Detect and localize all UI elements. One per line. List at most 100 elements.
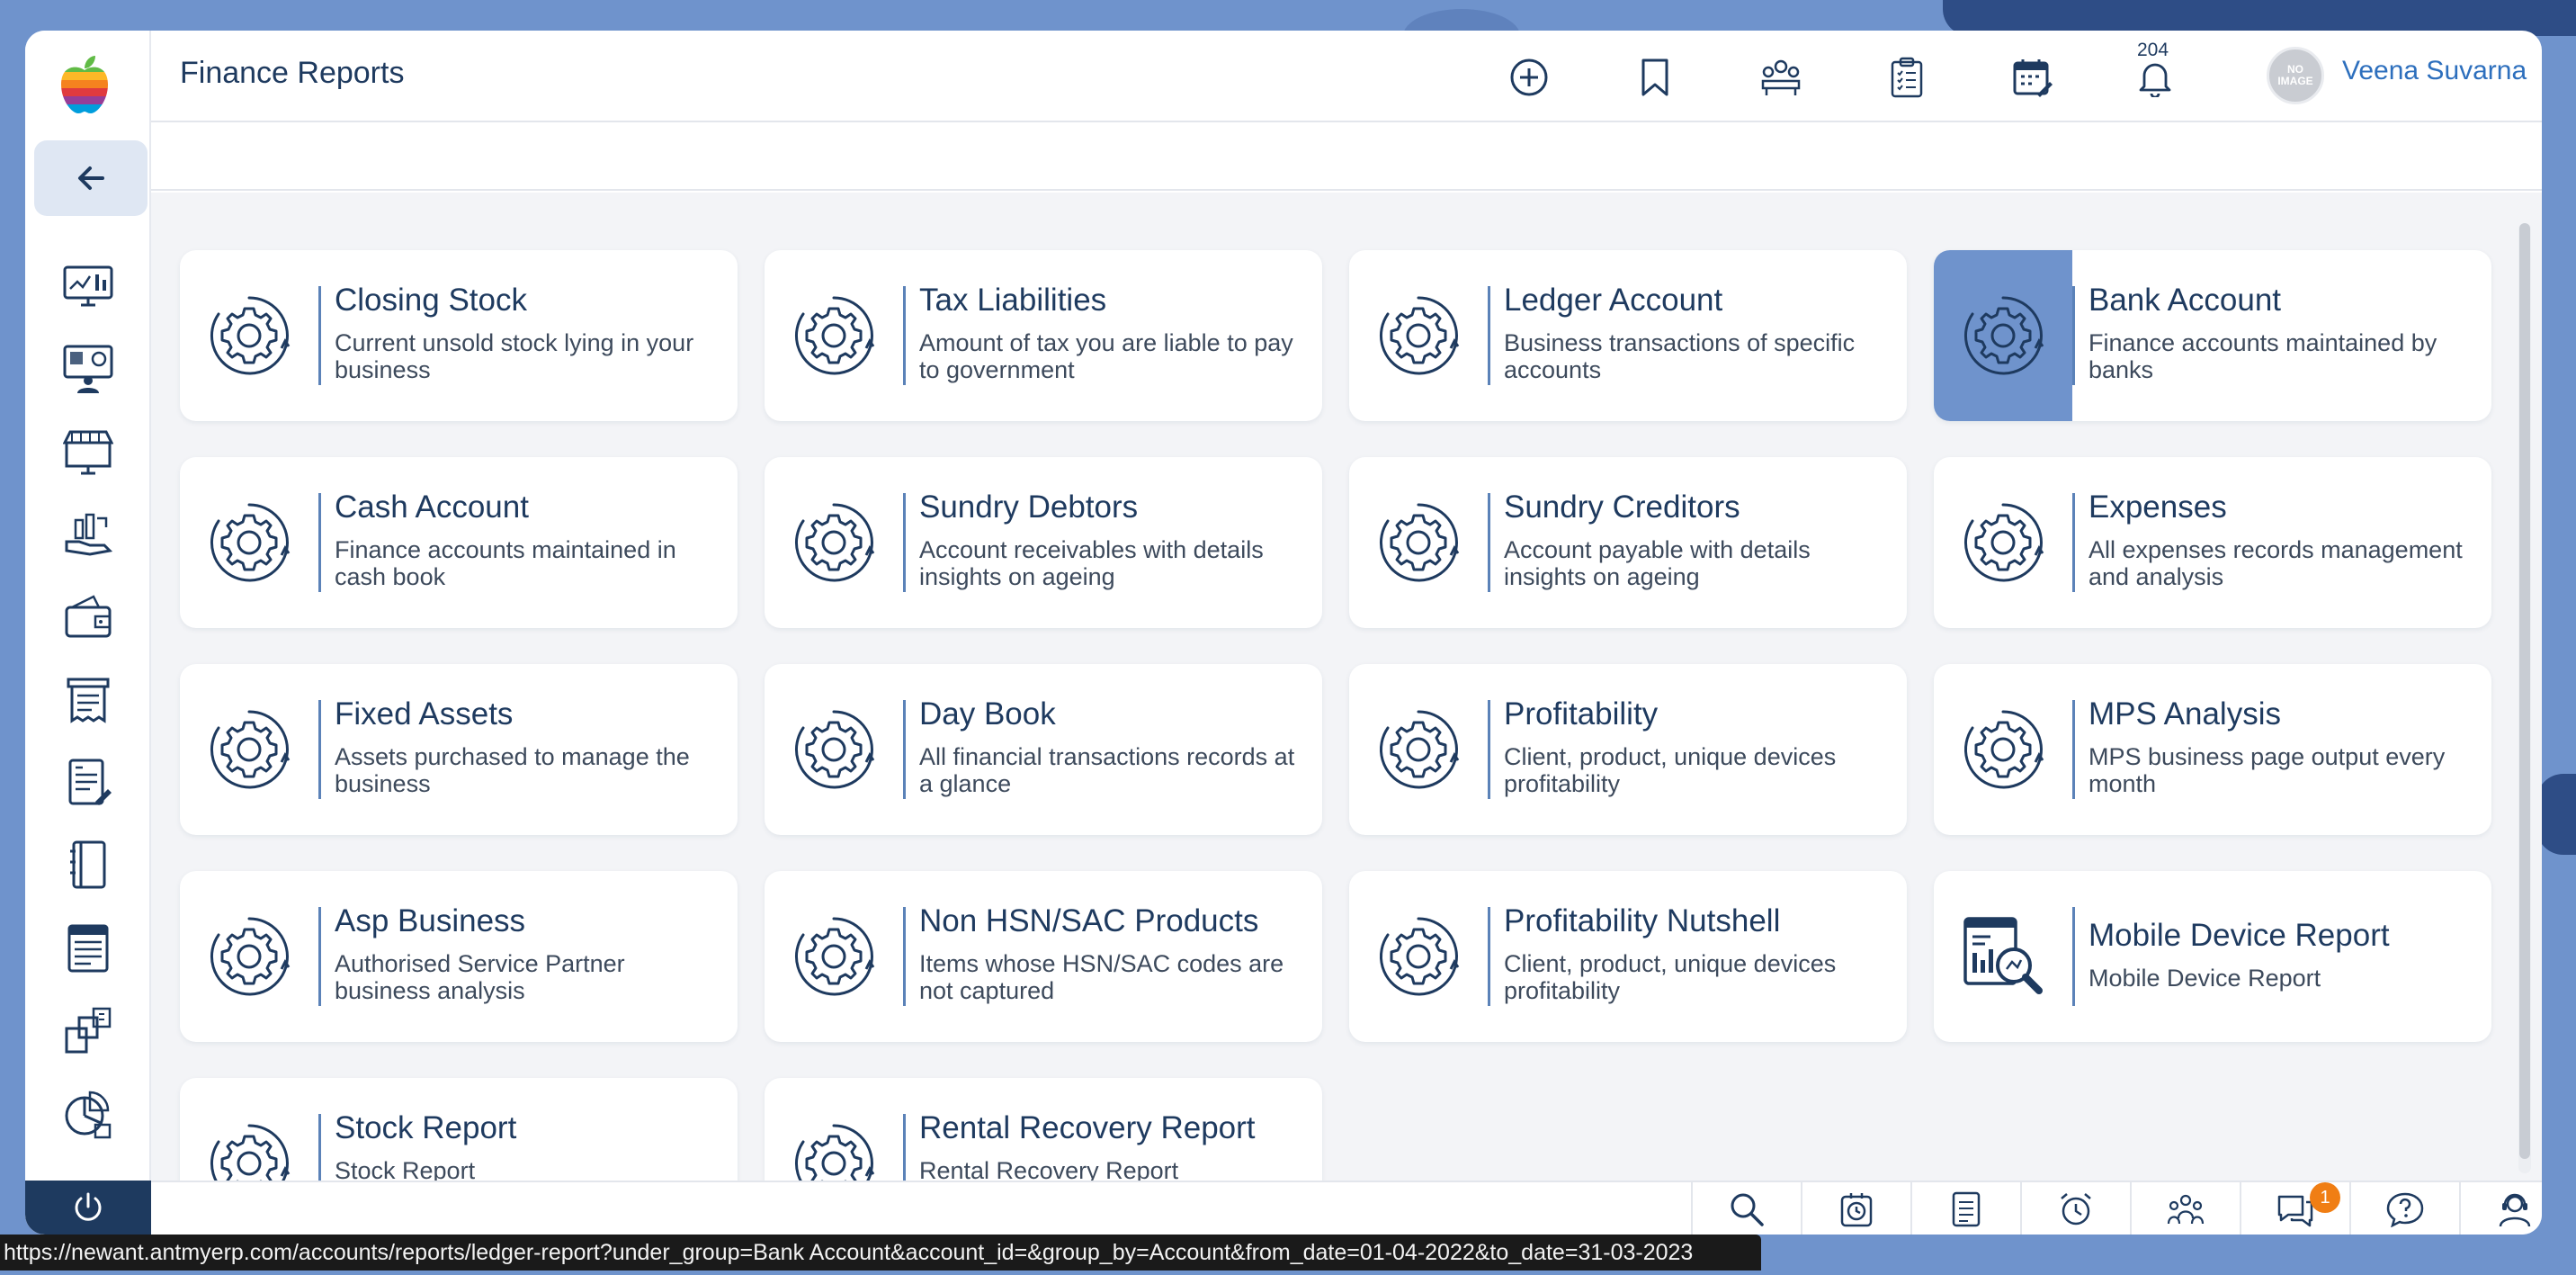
gear-icon (1349, 250, 1488, 421)
gear-icon (1349, 457, 1488, 628)
sidebar-store-icon[interactable] (61, 425, 115, 479)
report-card-rental-recovery-report[interactable]: Rental Recovery Report Rental Recovery Re… (765, 1078, 1322, 1193)
report-card-title: Tax Liabilities (919, 283, 1107, 318)
report-card-description: All expenses records management and anal… (2089, 536, 2463, 590)
report-card-ledger-account[interactable]: Ledger Account Business transactions of s… (1349, 250, 1907, 421)
report-card-closing-stock[interactable]: Closing Stock Current unsold stock lying … (180, 250, 738, 421)
report-card-non-hsn-sac-products[interactable]: Non HSN/SAC Products Items whose HSN/SAC … (765, 871, 1322, 1042)
apple-logo-icon[interactable] (58, 54, 112, 115)
sidebar-book-icon[interactable] (61, 839, 115, 893)
card-divider (2072, 700, 2075, 799)
sidebar-invoice-icon[interactable] (61, 921, 115, 975)
checklist-icon[interactable] (1882, 52, 1932, 103)
report-card-title: Stock Report (335, 1110, 517, 1145)
sidebar-receipt-icon[interactable] (61, 673, 115, 727)
report-card-title: Profitability Nutshell (1504, 903, 1781, 938)
power-icon (75, 1192, 102, 1221)
report-card-description: MPS business page output every month (2089, 743, 2446, 797)
timesheet-icon (1840, 1193, 1873, 1227)
bookmark-icon[interactable] (1630, 52, 1680, 103)
power-button[interactable] (25, 1181, 151, 1235)
sidebar-wallet-icon[interactable] (61, 590, 115, 644)
sidebar-finance-hand-icon[interactable] (61, 507, 115, 561)
support-agent-icon (2499, 1193, 2531, 1227)
back-button[interactable] (34, 140, 148, 216)
scrollbar[interactable] (2518, 223, 2531, 1173)
card-divider (318, 286, 321, 385)
report-card-asp-business[interactable]: Asp Business Authorised Service Partner b… (180, 871, 738, 1042)
report-card-title: Sundry Creditors (1504, 489, 1740, 525)
card-divider (2072, 907, 2075, 1006)
gear-icon (765, 250, 903, 421)
sidebar-dashboard-icon[interactable] (61, 259, 115, 313)
footer-timesheet-button[interactable] (1801, 1182, 1910, 1235)
document-icon (1952, 1191, 1981, 1227)
gear-icon (765, 457, 903, 628)
report-card-mobile-device-report[interactable]: Mobile Device Report Mobile Device Report (1934, 871, 2491, 1042)
sidebar-boxes-icon[interactable] (61, 1004, 115, 1058)
card-divider (903, 493, 906, 592)
report-card-description: Current unsold stock lying in your busin… (335, 329, 694, 383)
notification-count: 204 (2137, 40, 2169, 60)
report-card-title: Bank Account (2089, 283, 2282, 318)
footer-support-button[interactable] (2459, 1182, 2542, 1235)
report-card-title: Fixed Assets (335, 696, 514, 732)
help-icon (2386, 1192, 2424, 1227)
user-name[interactable]: Veena Suvarna (2342, 56, 2527, 86)
gear-icon (1934, 457, 2072, 628)
report-card-cash-account[interactable]: Cash Account Finance accounts maintained … (180, 457, 738, 628)
report-card-fixed-assets[interactable]: Fixed Assets Assets purchased to manage t… (180, 664, 738, 835)
report-card-profitability[interactable]: Profitability Client, product, unique dev… (1349, 664, 1907, 835)
report-card-stock-report[interactable]: Stock Report Stock Report (180, 1078, 738, 1193)
report-card-sundry-debtors[interactable]: Sundry Debtors Account receivables with d… (765, 457, 1322, 628)
report-card-description: Authorised Service Partner business anal… (335, 950, 625, 1004)
report-card-title: Closing Stock (335, 283, 527, 318)
gear-icon (1934, 664, 2072, 835)
report-card-description: Account payable with details insights on… (1504, 536, 1811, 590)
search-icon (1731, 1193, 1764, 1226)
report-card-tax-liabilities[interactable]: Tax Liabilities Amount of tax you are lia… (765, 250, 1322, 421)
meeting-icon[interactable] (1756, 52, 1806, 103)
report-card-description: Finance accounts maintained by banks (2089, 329, 2437, 383)
footer-chat-button[interactable]: 1 (2240, 1182, 2349, 1235)
background-shape (2536, 774, 2576, 855)
gear-icon (180, 1078, 318, 1193)
report-card-bank-account[interactable]: Bank Account Finance accounts maintained … (1934, 250, 2491, 421)
team-icon (2167, 1194, 2205, 1225)
footer-team-button[interactable] (2130, 1182, 2240, 1235)
footer-help-button[interactable] (2349, 1182, 2459, 1235)
calendar-edit-icon[interactable] (2008, 52, 2058, 103)
report-card-day-book[interactable]: Day Book All financial transactions recor… (765, 664, 1322, 835)
footer-alarm-button[interactable] (2020, 1182, 2130, 1235)
report-card-description: Client, product, unique devices profitab… (1504, 743, 1837, 797)
add-icon[interactable] (1504, 52, 1554, 103)
gear-icon (765, 664, 903, 835)
footer-toolbar: 1 (151, 1181, 2542, 1235)
sidebar-pie-chart-icon[interactable] (61, 1087, 115, 1141)
avatar[interactable]: NO IMAGE (2267, 47, 2324, 104)
reports-grid: Closing Stock Current unsold stock lying … (151, 193, 2542, 1193)
arrow-left-icon (78, 166, 104, 190)
report-card-description: All financial transactions records at a … (919, 743, 1295, 797)
report-card-title: Ledger Account (1504, 283, 1723, 318)
report-card-mps-analysis[interactable]: MPS Analysis MPS business page output eve… (1934, 664, 2491, 835)
card-divider (2072, 493, 2075, 592)
report-card-expenses[interactable]: Expenses All expenses records management … (1934, 457, 2491, 628)
report-card-title: Asp Business (335, 903, 526, 938)
report-card-profitability-nutshell[interactable]: Profitability Nutshell Client, product, u… (1349, 871, 1907, 1042)
sidebar-presentation-icon[interactable] (61, 342, 115, 396)
report-card-title: Cash Account (335, 489, 529, 525)
status-bar-url: https://newant.antmyerp.com/accounts/rep… (0, 1235, 1761, 1271)
card-divider (318, 493, 321, 592)
gear-icon (1934, 250, 2072, 421)
report-card-description: Finance accounts maintained in cash book (335, 536, 676, 590)
footer-search-button[interactable] (1691, 1182, 1801, 1235)
gear-icon (765, 871, 903, 1042)
sidebar-invoice-edit-icon[interactable] (61, 756, 115, 810)
report-card-sundry-creditors[interactable]: Sundry Creditors Account payable with det… (1349, 457, 1907, 628)
gear-icon (180, 664, 318, 835)
footer-documents-button[interactable] (1910, 1182, 2020, 1235)
report-card-title: Profitability (1504, 696, 1659, 732)
card-divider (1488, 700, 1490, 799)
scrollbar-thumb[interactable] (2519, 223, 2530, 1159)
